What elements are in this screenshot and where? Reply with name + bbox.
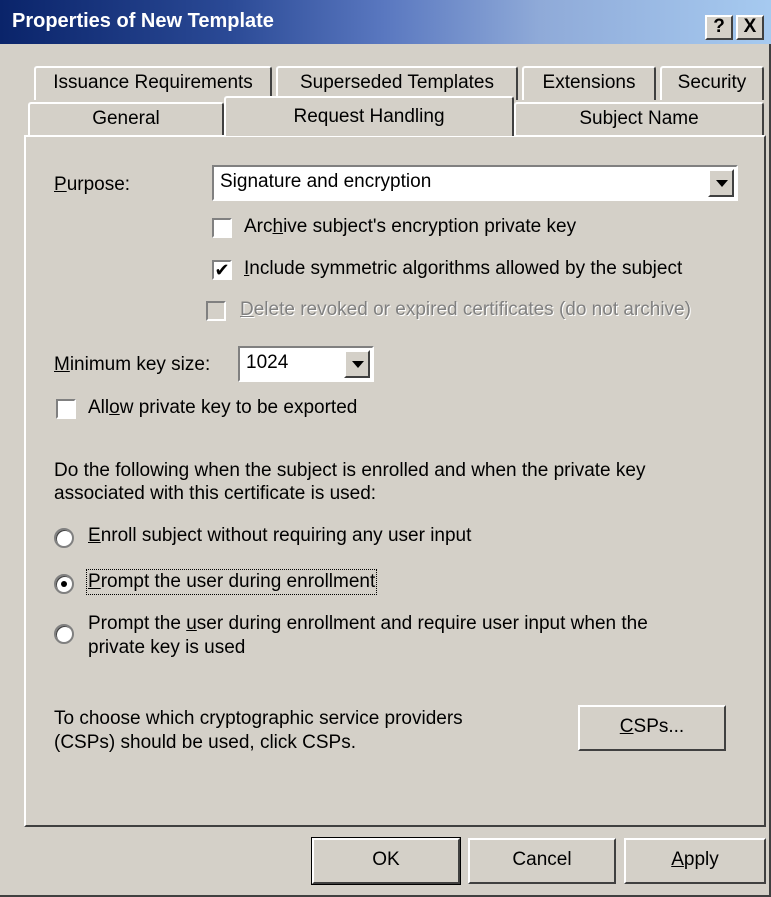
purpose-value: Signature and encryption (220, 171, 432, 192)
apply-button[interactable]: Apply (624, 838, 766, 884)
purpose-dropdown[interactable]: Signature and encryption (212, 165, 738, 201)
symmetric-algorithms-label: Include symmetric algorithms allowed by … (244, 258, 683, 279)
cancel-button[interactable]: Cancel (468, 838, 616, 884)
ok-button[interactable]: OK (311, 837, 461, 885)
chevron-down-icon[interactable] (708, 169, 734, 197)
min-key-size-value: 1024 (246, 352, 289, 373)
properties-dialog: Properties of New Template ? X Issuance … (0, 0, 771, 897)
tab-subject-name[interactable]: Subject Name (514, 102, 764, 136)
enroll-no-input-label: Enroll subject without requiring any use… (88, 525, 472, 546)
csps-button[interactable]: CSPs... (578, 705, 726, 751)
archive-key-label: Archive subject's encryption private key (244, 216, 577, 237)
enroll-description-line1: Do the following when the subject is enr… (54, 460, 646, 481)
tab-extensions[interactable]: Extensions (522, 66, 656, 100)
prompt-user-require-input-label-line2: private key is used (88, 637, 246, 658)
archive-key-checkbox[interactable] (212, 218, 232, 238)
title-bar[interactable]: Properties of New Template ? X (0, 0, 771, 44)
prompt-user-label: Prompt the user during enrollment (85, 569, 378, 595)
tab-general[interactable]: General (28, 102, 224, 136)
delete-revoked-label: Delete revoked or expired certificates (… (240, 299, 691, 320)
help-button[interactable]: ? (705, 15, 733, 40)
allow-export-checkbox[interactable] (56, 399, 76, 419)
delete-revoked-checkbox (206, 301, 226, 321)
window-title: Properties of New Template (12, 10, 274, 32)
enroll-description-line2: associated with this certificate is used… (54, 483, 377, 504)
min-key-size-dropdown[interactable]: 1024 (238, 346, 374, 382)
request-handling-panel: Purpose: Signature and encryption Archiv… (24, 135, 766, 827)
close-button[interactable]: X (736, 15, 764, 40)
tab-security[interactable]: Security (660, 66, 764, 100)
min-key-size-label: Minimum key size: (54, 354, 211, 375)
allow-export-label: Allow private key to be exported (88, 397, 358, 418)
enroll-no-input-radio[interactable] (54, 528, 74, 548)
prompt-user-radio[interactable] (54, 574, 74, 594)
chevron-down-icon[interactable] (344, 350, 370, 378)
purpose-label: Purpose: (54, 174, 131, 195)
prompt-user-require-input-label: Prompt the user during enrollment and re… (88, 613, 648, 634)
tab-issuance-requirements[interactable]: Issuance Requirements (34, 66, 272, 100)
checkmark-icon: ✔ (214, 260, 230, 280)
symmetric-algorithms-checkbox[interactable]: ✔ (212, 260, 232, 280)
tab-superseded-templates[interactable]: Superseded Templates (276, 66, 518, 100)
radio-selected-dot (61, 581, 67, 587)
csp-description-line1: To choose which cryptographic service pr… (54, 708, 463, 729)
prompt-user-require-input-radio[interactable] (54, 624, 74, 644)
csp-description-line2: (CSPs) should be used, click CSPs. (54, 732, 357, 753)
tab-request-handling[interactable]: Request Handling (224, 96, 514, 136)
